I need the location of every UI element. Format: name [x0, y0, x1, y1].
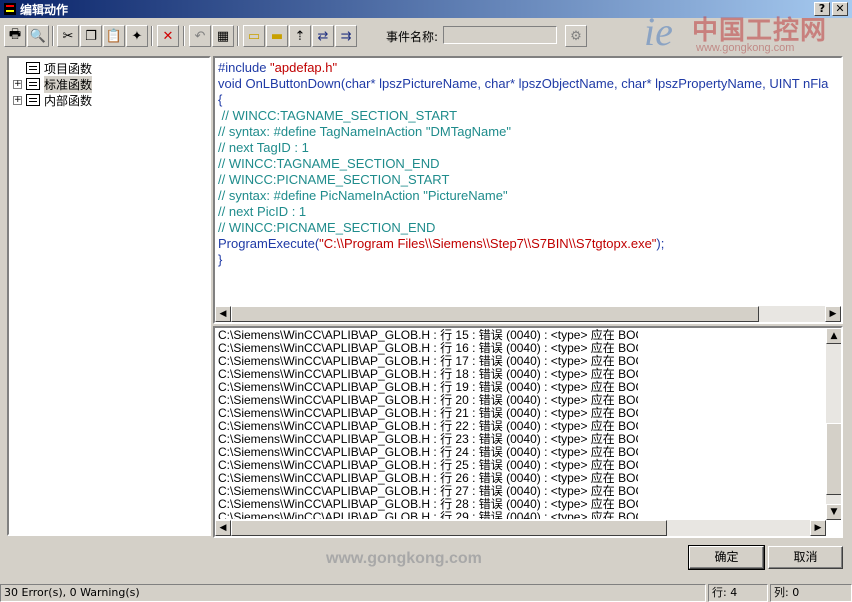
watermark-logo: ie 中国工控网 www.gongkong.com [640, 6, 850, 58]
logo-mark: ie [644, 9, 673, 54]
event-name-field[interactable] [443, 26, 557, 44]
output-line: C:\Siemens\WinCC\APLIB\AP_GLOB.H : 行 29 … [218, 510, 638, 520]
editor-hscrollbar[interactable]: ◀ ▶ [215, 306, 841, 322]
scroll-left-icon[interactable]: ◀ [215, 306, 231, 322]
app-icon [4, 3, 16, 15]
output-lines: C:\Siemens\WinCC\APLIB\AP_GLOB.H : 行 15 … [218, 329, 638, 519]
ok-button[interactable]: 确定 [688, 545, 765, 570]
code-line: // next PicID : 1 [218, 204, 307, 219]
edit-action-window: 编辑动作 ? ✕ 🖶 🔍 ✂ ❐ 📋 ✦ ✕ ↶ ▦ ▭ ▬ ⇡ ⇄ ⇉ 事件名… [0, 0, 852, 602]
scroll-thumb[interactable] [826, 423, 841, 495]
code-token: char [621, 76, 647, 91]
book-icon [26, 78, 40, 90]
status-row: 行: 4 [708, 584, 768, 602]
expand-icon[interactable]: + [13, 95, 22, 105]
toolbar-separator [183, 26, 185, 46]
output-vscrollbar[interactable]: ▲ ▼ [826, 328, 841, 520]
code-line: // WINCC:TAGNAME_SECTION_END [218, 156, 440, 171]
code-token: char [345, 76, 371, 91]
book-icon [26, 62, 40, 74]
scroll-thumb[interactable] [231, 306, 759, 322]
code-token: * lpszPictureName, [370, 76, 485, 91]
print-icon[interactable]: 🖶 [4, 25, 26, 47]
toolbar-separator [52, 26, 54, 46]
window-title: 编辑动作 [20, 2, 69, 17]
code-line: } [218, 252, 223, 267]
book-icon [26, 94, 40, 106]
scroll-thumb[interactable] [231, 520, 667, 536]
paste-icon[interactable]: 📋 [103, 25, 125, 47]
status-col: 列: 0 [770, 584, 852, 602]
properties-icon[interactable]: ▦ [212, 25, 234, 47]
scroll-left-icon[interactable]: ◀ [215, 520, 231, 536]
code-token: "apdefap.h" [270, 60, 338, 75]
expand-icon[interactable]: + [13, 79, 22, 89]
code-line: // WINCC:PICNAME_SECTION_START [218, 172, 450, 187]
tree-item-label: 项目函数 [44, 61, 93, 76]
tree-item-internal-functions[interactable]: + 内部函数 [13, 92, 92, 108]
scroll-right-icon[interactable]: ▶ [825, 306, 841, 322]
find-icon[interactable]: ✦ [126, 25, 148, 47]
code-line: // WINCC:TAGNAME_SECTION_START [218, 108, 458, 123]
function-tree[interactable]: 项目函数 + 标准函数 + 内部函数 [7, 56, 211, 536]
preview-icon[interactable]: 🔍 [27, 25, 49, 47]
scroll-down-icon[interactable]: ▼ [826, 504, 841, 520]
toolbar-separator [151, 26, 153, 46]
folder-icon[interactable]: ▭ [243, 25, 265, 47]
tree-item-label: 内部函数 [44, 93, 93, 108]
code-editor[interactable]: #include "apdefap.h" void OnLButtonDown(c… [213, 56, 843, 324]
watermark-url: www.gongkong.com [326, 550, 482, 567]
code-token: * lpszObjectName, [509, 76, 622, 91]
code-line: // syntax: #define TagNameInAction "DMTa… [218, 124, 511, 139]
toolbar-separator [237, 26, 239, 46]
scroll-up-icon[interactable]: ▲ [826, 328, 841, 344]
status-errors: 30 Error(s), 0 Warning(s) [0, 584, 706, 602]
delete-icon[interactable]: ✕ [157, 25, 179, 47]
code-token: * lpszPropertyName, UINT nFla [646, 76, 829, 91]
undo-icon[interactable]: ↶ [189, 25, 211, 47]
code-token: ProgramExecute( [218, 236, 320, 251]
output-window[interactable]: C:\Siemens\WinCC\APLIB\AP_GLOB.H : 行 15 … [213, 326, 843, 538]
tag-icon[interactable]: ⇡ [289, 25, 311, 47]
logo-url: www.gongkong.com [696, 42, 795, 54]
pic-icon[interactable]: ⇄ [312, 25, 334, 47]
code-token: char [484, 76, 510, 91]
code-line: // next TagID : 1 [218, 140, 309, 155]
cancel-button[interactable]: 取消 [768, 546, 843, 569]
code-token: void OnLButtonDown( [218, 76, 346, 91]
code-token: ); [656, 236, 665, 251]
code-line: // syntax: #define PicNameInAction "Pict… [218, 188, 508, 203]
tree-item-project-functions[interactable]: 项目函数 [13, 60, 92, 76]
event-select-icon[interactable]: ⚙ [565, 25, 587, 47]
tree-item-label: 标准函数 [44, 75, 93, 93]
code-line: { [218, 92, 223, 107]
code-text[interactable]: #include "apdefap.h" void OnLButtonDown(c… [218, 60, 841, 268]
code-token: #include [218, 60, 271, 75]
copy-icon[interactable]: ❐ [80, 25, 102, 47]
compile-icon[interactable]: ⇉ [335, 25, 357, 47]
scroll-right-icon[interactable]: ▶ [810, 520, 826, 536]
output-hscrollbar[interactable]: ◀ ▶ [215, 520, 826, 536]
folder-open-icon[interactable]: ▬ [266, 25, 288, 47]
cut-icon[interactable]: ✂ [57, 25, 79, 47]
tree-item-standard-functions[interactable]: + 标准函数 [13, 75, 93, 93]
code-line: // WINCC:PICNAME_SECTION_END [218, 220, 436, 235]
event-name-label: 事件名称: [386, 30, 439, 44]
code-token: "C:\\Program Files\\Siemens\\Step7\\S7BI… [319, 236, 657, 251]
